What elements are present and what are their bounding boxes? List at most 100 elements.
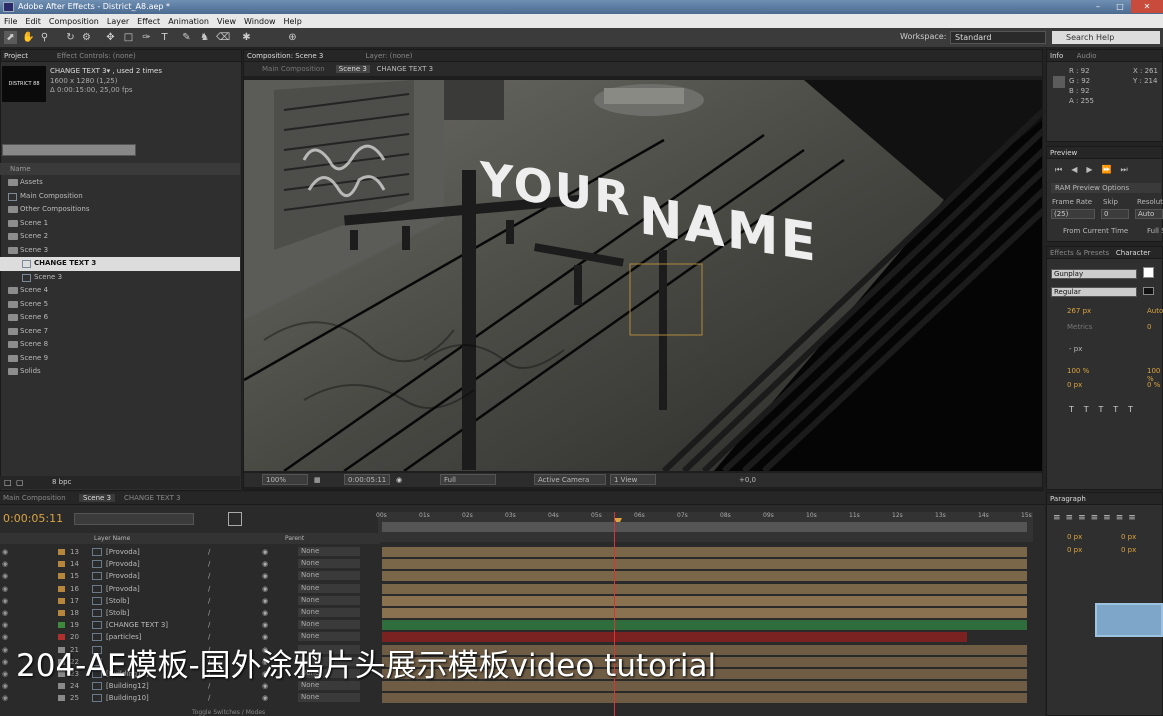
layer-row[interactable]: ◉ 19 [CHANGE TEXT 3] ∕ ◉ None	[0, 619, 380, 631]
layer-name[interactable]: [Provoda]	[106, 570, 140, 582]
baseline-shift-value[interactable]: 0 px	[1067, 381, 1082, 389]
layer-duration-bar[interactable]	[382, 620, 1027, 631]
project-item[interactable]: Scene 1	[0, 217, 240, 231]
layer-row[interactable]: ◉ 14 [Provoda] ∕ ◉ None	[0, 558, 380, 570]
project-item[interactable]: CHANGE TEXT 3	[0, 257, 240, 271]
timeline-tab-change-text[interactable]: CHANGE TEXT 3	[124, 494, 181, 502]
stroke-color-swatch[interactable]	[1143, 287, 1154, 295]
layer-duration-bar[interactable]	[382, 583, 1027, 594]
tab-composition[interactable]: Composition: Scene 3	[247, 52, 323, 60]
layer-duration-bar[interactable]	[382, 547, 1027, 557]
quality-slash-icon[interactable]: ∕	[208, 583, 210, 595]
label-color-swatch[interactable]	[58, 597, 65, 604]
composition-viewer[interactable]: YOUR NAME	[244, 80, 1042, 471]
project-item[interactable]: Other Compositions	[0, 203, 240, 217]
3d-layer-icon[interactable]: ◉	[262, 546, 268, 558]
camera-select[interactable]: Active Camera	[534, 474, 606, 485]
tab-preview[interactable]: Preview	[1050, 149, 1077, 157]
preview-resolution-select[interactable]: Auto	[1135, 209, 1163, 219]
project-item[interactable]: Scene 9	[0, 352, 240, 366]
tab-project[interactable]: Project	[4, 52, 28, 60]
exposure-value[interactable]: +0,0	[739, 473, 756, 487]
project-item[interactable]: Scene 3	[0, 244, 240, 258]
project-item[interactable]: Scene 6	[0, 311, 240, 325]
comp-flowchart-icon[interactable]	[228, 512, 242, 526]
font-family-select[interactable]: Gunplay	[1051, 269, 1137, 279]
skip-select[interactable]: 0	[1101, 209, 1129, 219]
font-size-value[interactable]: 267 px	[1067, 307, 1091, 315]
parent-select[interactable]: None	[298, 693, 360, 703]
rectangle-tool-icon[interactable]: □	[122, 31, 135, 44]
crumb-scene3[interactable]: Scene 3	[335, 65, 370, 73]
layer-duration-bar[interactable]	[382, 595, 1027, 606]
space-after-value[interactable]: 0 px	[1121, 546, 1136, 554]
view-layout-select[interactable]: 1 View	[610, 474, 656, 485]
visibility-eye-icon[interactable]: ◉	[2, 656, 8, 668]
visibility-eye-icon[interactable]: ◉	[2, 558, 8, 570]
parent-select[interactable]: None	[298, 559, 360, 569]
layer-name[interactable]: [Provoda]	[106, 546, 140, 558]
hand-tool-icon[interactable]: ✋	[22, 31, 35, 44]
type-tool-icon[interactable]: T	[158, 31, 171, 44]
interpret-footage-icon[interactable]: □	[4, 478, 12, 487]
menu-edit[interactable]: Edit	[21, 17, 45, 26]
layer-duration-bar[interactable]	[382, 571, 1027, 582]
menu-effect[interactable]: Effect	[133, 17, 164, 26]
visibility-eye-icon[interactable]: ◉	[2, 595, 8, 607]
project-item[interactable]: Scene 3	[0, 271, 240, 285]
ram-preview-select[interactable]: RAM Preview Options	[1051, 183, 1161, 193]
minimize-icon[interactable]: –	[1087, 0, 1109, 13]
tab-effects-presets[interactable]: Effects & Presets	[1050, 249, 1109, 257]
frame-rate-select[interactable]: (25)	[1051, 209, 1095, 219]
tracking-value[interactable]: 0	[1147, 323, 1151, 331]
viewer-timecode[interactable]: 0:00:05:11	[344, 474, 391, 485]
selection-tool-icon[interactable]: ⬈	[4, 31, 17, 44]
kerning-value[interactable]: Metrics	[1067, 323, 1092, 331]
work-area-bar[interactable]	[382, 522, 1027, 532]
tab-info[interactable]: Info	[1050, 52, 1063, 60]
visibility-eye-icon[interactable]: ◉	[2, 570, 8, 582]
3d-layer-icon[interactable]: ◉	[262, 583, 268, 595]
stroke-width-value[interactable]: - px	[1069, 345, 1082, 353]
parent-select[interactable]: None	[298, 547, 360, 556]
visibility-eye-icon[interactable]: ◉	[2, 546, 8, 558]
layer-row[interactable]: ◉ 13 [Provoda] ∕ ◉ None	[0, 546, 380, 558]
layer-duration-bar[interactable]	[382, 608, 1027, 618]
project-item[interactable]: Scene 7	[0, 325, 240, 339]
3d-layer-icon[interactable]: ◉	[262, 570, 268, 582]
tab-character[interactable]: Character	[1116, 249, 1151, 257]
timeline-tab-main[interactable]: Main Composition	[3, 494, 66, 502]
parent-select[interactable]: None	[298, 571, 360, 581]
new-folder-icon[interactable]: ▢	[16, 478, 24, 487]
leading-value[interactable]: Auto	[1147, 307, 1163, 315]
pan-behind-icon[interactable]: ✥	[104, 31, 117, 44]
layer-row[interactable]: ◉ 16 [Provoda] ∕ ◉ None	[0, 583, 380, 595]
from-current-checkbox[interactable]: From Current Time	[1063, 227, 1128, 235]
eraser-tool-icon[interactable]: ⌫	[216, 31, 230, 44]
menu-file[interactable]: File	[0, 17, 21, 26]
workspace-select[interactable]: Standard	[950, 31, 1046, 44]
project-item[interactable]: Scene 2	[0, 230, 240, 244]
tab-paragraph[interactable]: Paragraph	[1050, 495, 1086, 503]
timeline-tab-scene3[interactable]: Scene 3	[79, 494, 116, 502]
toggle-switches-modes[interactable]: Toggle Switches / Modes	[192, 709, 265, 716]
crumb-change-text[interactable]: CHANGE TEXT 3	[377, 65, 434, 73]
brush-tool-icon[interactable]: ✎	[180, 31, 193, 44]
visibility-eye-icon[interactable]: ◉	[2, 644, 8, 656]
menu-composition[interactable]: Composition	[45, 17, 103, 26]
pen-tool-icon[interactable]: ✑	[140, 31, 153, 44]
quality-slash-icon[interactable]: ∕	[208, 558, 210, 570]
rotate-tool-icon[interactable]: ↻	[64, 31, 77, 44]
camera-orbit-icon[interactable]: ⚙	[80, 31, 93, 44]
label-color-swatch[interactable]	[58, 561, 65, 568]
visibility-eye-icon[interactable]: ◉	[2, 619, 8, 631]
vertical-scale-value[interactable]: 100 %	[1067, 367, 1089, 375]
label-color-swatch[interactable]	[58, 573, 65, 580]
layer-duration-bar[interactable]	[382, 559, 1027, 570]
visibility-eye-icon[interactable]: ◉	[2, 668, 8, 680]
layer-name[interactable]: [Provoda]	[106, 558, 140, 570]
full-screen-checkbox[interactable]: Full Screen	[1147, 227, 1163, 235]
menu-view[interactable]: View	[213, 17, 240, 26]
parent-select[interactable]: None	[298, 583, 360, 593]
project-item[interactable]: Main Composition	[0, 190, 240, 204]
